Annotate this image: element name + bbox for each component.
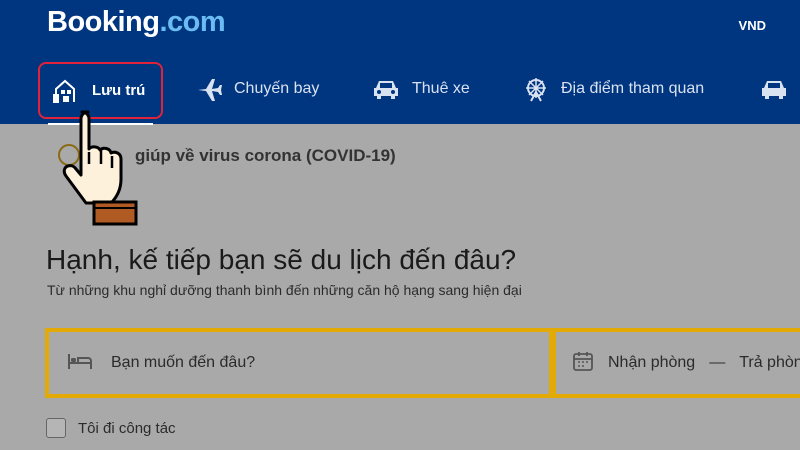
ferris-wheel-icon <box>523 76 549 102</box>
checkin-label[interactable]: Nhận phòng <box>608 354 695 371</box>
covid-notice[interactable]: giúp về virus corona (COVID-19) <box>135 146 396 166</box>
car-icon <box>372 78 400 100</box>
taxi-icon <box>760 78 788 100</box>
tab-flights[interactable]: Chuyến bay <box>196 60 319 118</box>
search-bar: Nhận phòng — Trả phòng <box>45 328 800 398</box>
tab-car-rental-label: Thuê xe <box>412 80 470 97</box>
dates-field[interactable]: Nhận phòng — Trả phòng <box>556 332 800 394</box>
tab-attractions[interactable]: Địa điểm tham quan <box>523 60 704 118</box>
hand-pointer-icon <box>58 104 140 233</box>
business-trip-checkbox[interactable] <box>46 418 66 438</box>
airplane-icon <box>196 76 222 102</box>
tab-car-rental[interactable]: Thuê xe <box>372 60 470 118</box>
checkout-label[interactable]: Trả phòng <box>739 354 800 371</box>
tab-stays-label: Lưu trú <box>92 82 146 99</box>
business-trip-label: Tôi đi công tác <box>78 419 176 437</box>
business-trip-option[interactable]: Tôi đi công tác <box>46 418 176 438</box>
page-subtitle: Từ những khu nghỉ dưỡng thanh bình đến n… <box>47 282 522 298</box>
page-title: Hạnh, kế tiếp bạn sẽ du lịch đến đâu? <box>46 244 517 275</box>
booking-logo[interactable]: Booking.com <box>47 6 226 39</box>
tab-attractions-label: Địa điểm tham quan <box>561 80 705 97</box>
bed-icon <box>67 352 93 375</box>
tab-flights-label: Chuyến bay <box>234 80 320 97</box>
destination-field[interactable] <box>49 332 549 394</box>
logo-main-text: Booking <box>47 6 160 38</box>
logo-tld-text: .com <box>159 6 226 38</box>
currency-selector[interactable]: VND <box>739 18 766 33</box>
destination-input[interactable] <box>109 353 413 373</box>
bed-building-icon <box>52 78 80 104</box>
date-dash: — <box>709 354 726 371</box>
calendar-icon <box>572 350 594 377</box>
tab-airport-taxi[interactable] <box>760 60 788 118</box>
